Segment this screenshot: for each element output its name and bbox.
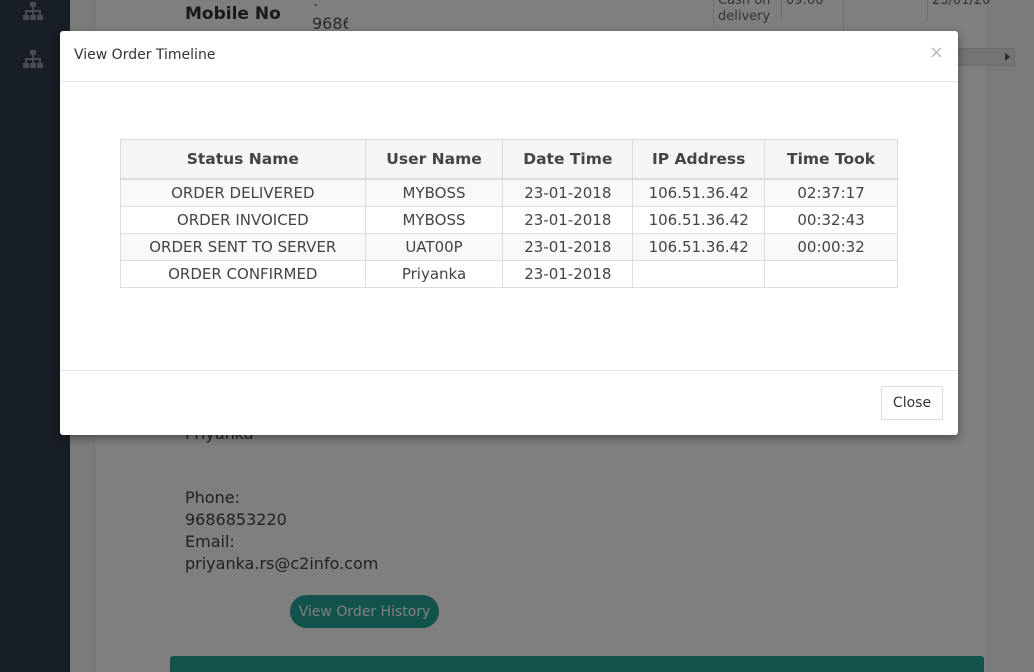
table-cell: 23-01-2018	[502, 233, 634, 261]
column-header: Date Time	[502, 139, 634, 180]
table-cell: MYBOSS	[364, 178, 504, 207]
table-cell: 106.51.36.42	[632, 178, 766, 207]
close-button[interactable]: Close	[881, 386, 943, 420]
close-icon[interactable]: ×	[929, 44, 944, 62]
modal-header: View Order Timeline ×	[60, 31, 958, 82]
column-header: IP Address	[632, 139, 766, 180]
modal-footer: Close	[60, 370, 958, 436]
table-cell: UAT00P	[364, 233, 504, 261]
table-cell: ORDER SENT TO SERVER	[120, 233, 366, 261]
table-cell: ORDER CONFIRMED	[120, 260, 366, 288]
table-cell: 106.51.36.42	[632, 233, 766, 261]
table-cell: 02:37:17	[764, 178, 898, 207]
table-row: ORDER DELIVERED MYBOSS 23-01-2018 106.51…	[120, 178, 898, 207]
table-cell: 23-01-2018	[502, 178, 634, 207]
table-row: ORDER INVOICED MYBOSS 23-01-2018 106.51.…	[120, 206, 898, 234]
table-cell: ORDER DELIVERED	[120, 178, 366, 207]
table-cell: Priyanka	[364, 260, 504, 288]
table-cell: MYBOSS	[364, 206, 504, 234]
column-header: Time Took	[764, 139, 898, 180]
table-cell: 106.51.36.42	[632, 206, 766, 234]
table-cell: ORDER INVOICED	[120, 206, 366, 234]
table-cell: 00:32:43	[764, 206, 898, 234]
table-cell: 23-01-2018	[502, 260, 634, 288]
table-row: ORDER SENT TO SERVER UAT00P 23-01-2018 1…	[120, 233, 898, 261]
table-cell: 00:00:32	[764, 233, 898, 261]
table-cell	[632, 260, 766, 288]
table-cell	[764, 260, 898, 288]
table-row: ORDER CONFIRMED Priyanka 23-01-2018	[120, 260, 898, 288]
order-timeline-table: Status Name User Name Date Time IP Addre…	[120, 139, 898, 288]
order-timeline-modal: View Order Timeline × Status Name User N…	[60, 31, 958, 435]
table-header-row: Status Name User Name Date Time IP Addre…	[120, 139, 898, 180]
column-header: User Name	[364, 139, 504, 180]
table-cell: 23-01-2018	[502, 206, 634, 234]
column-header: Status Name	[120, 139, 366, 180]
modal-title: View Order Timeline	[74, 47, 216, 63]
